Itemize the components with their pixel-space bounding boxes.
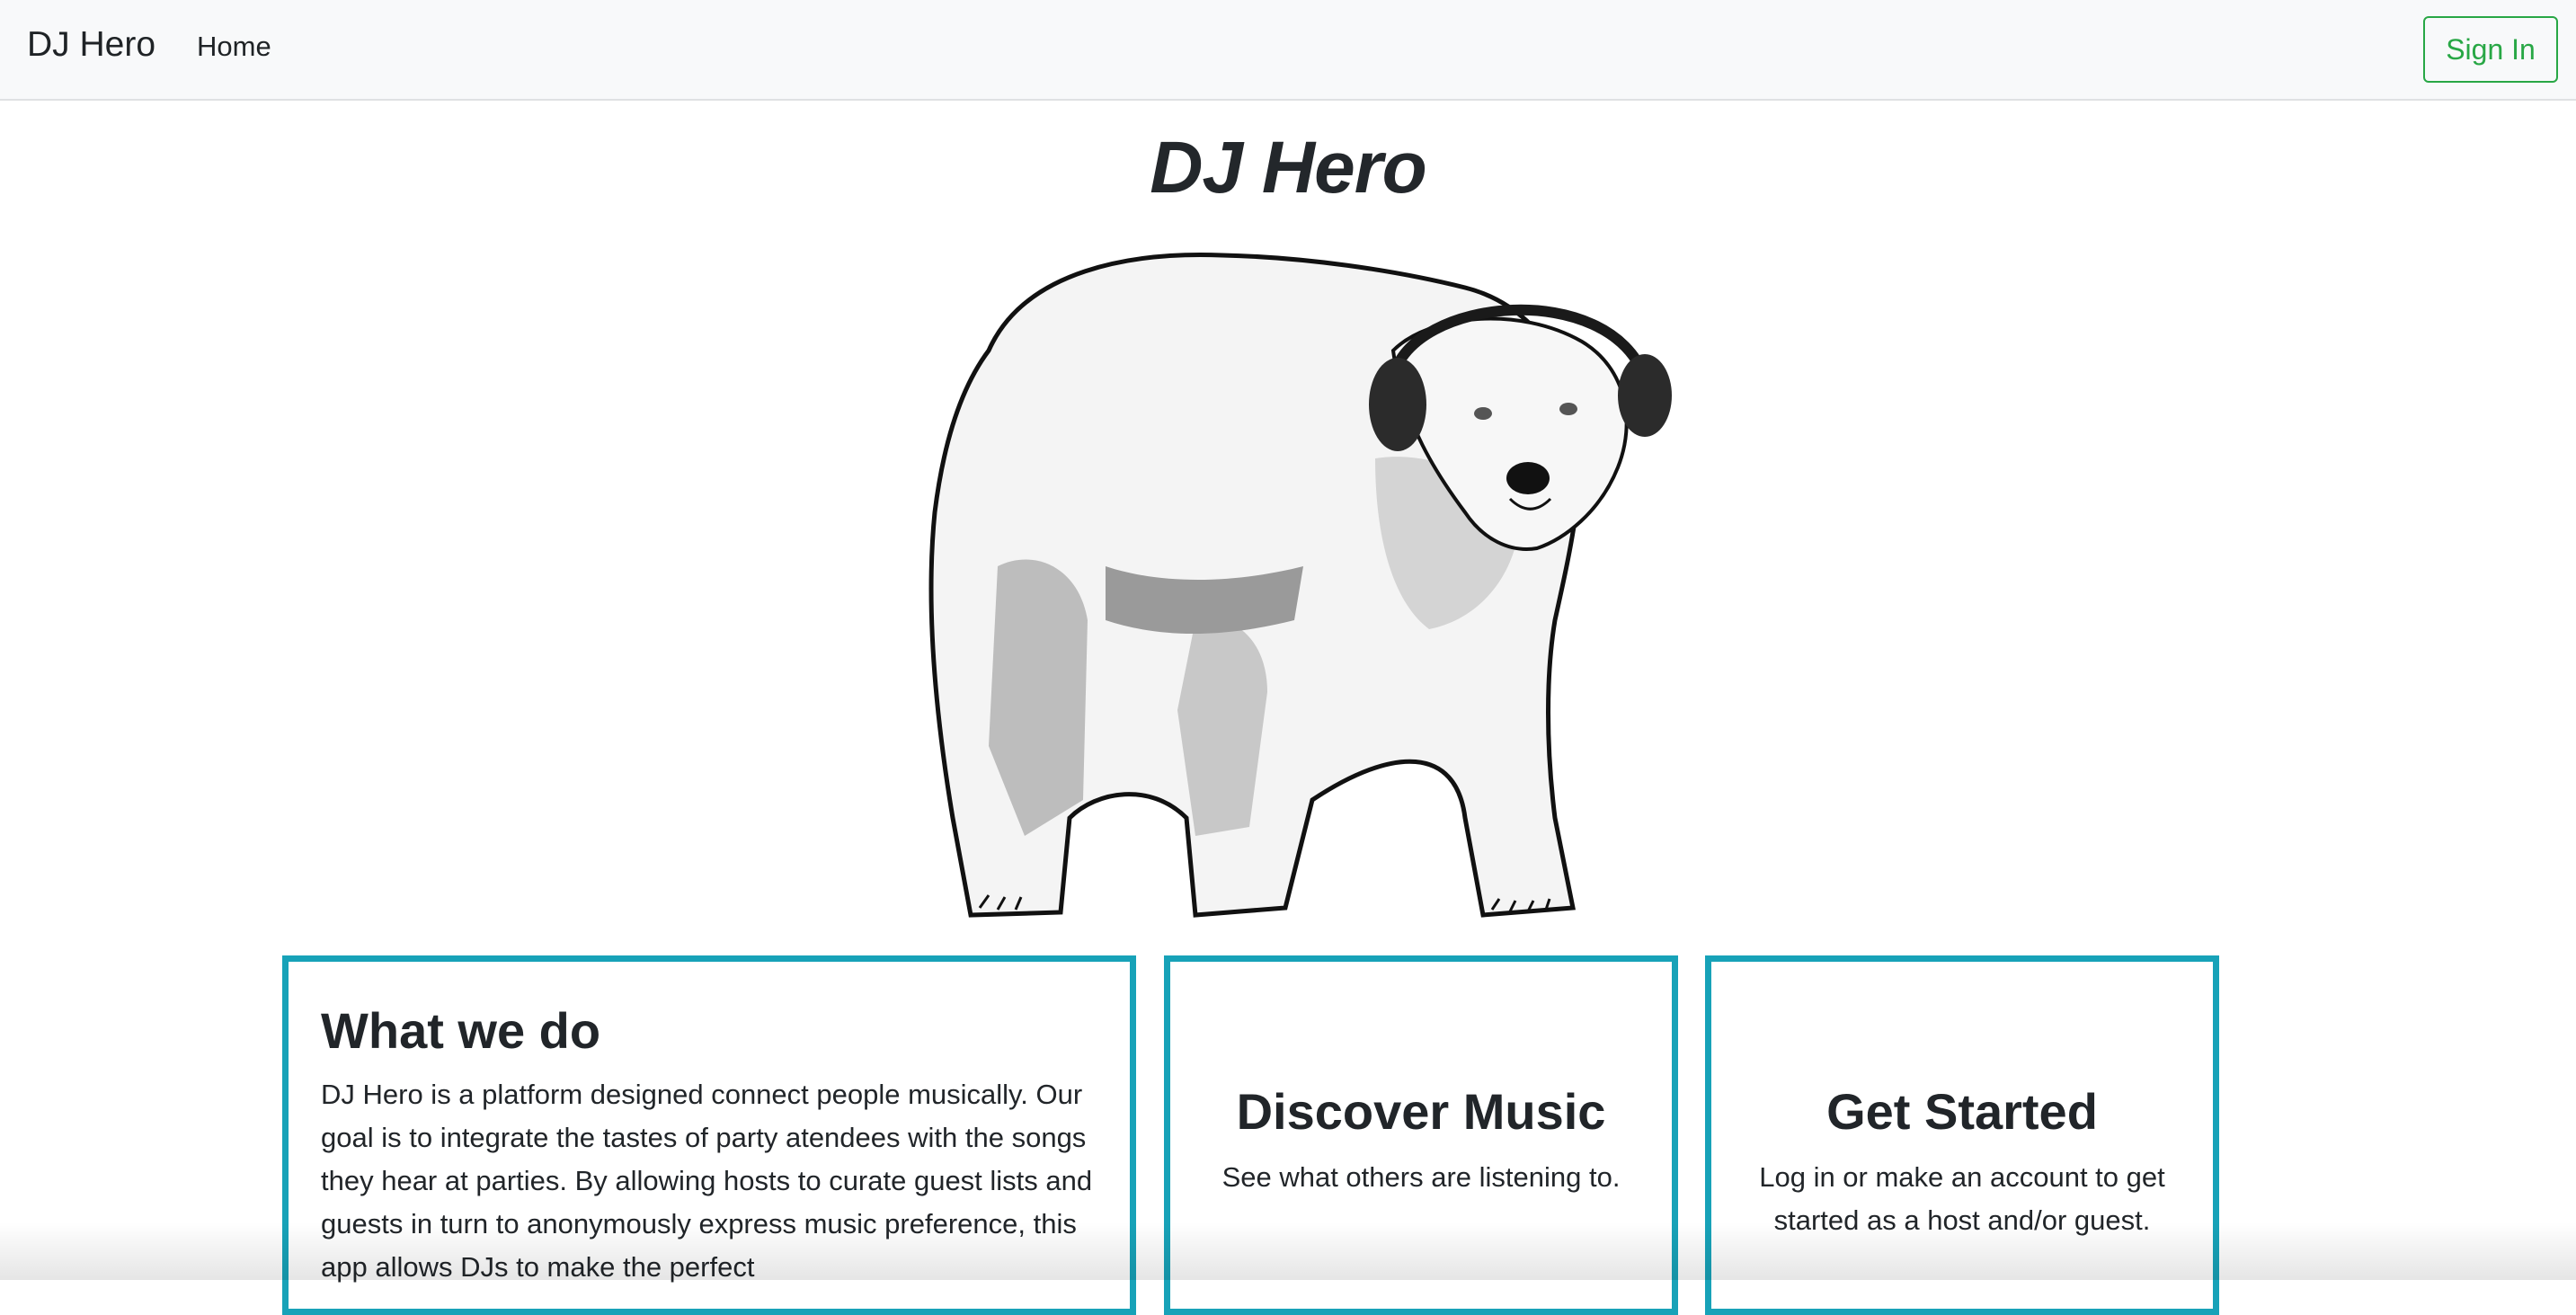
what-we-do-card: What we do DJ Hero is a platform designe… <box>282 955 1136 1315</box>
top-navbar: DJ Hero Home Sign In <box>0 0 2576 101</box>
discover-music-text: See what others are listening to. <box>1221 1161 1621 1193</box>
get-started-text: Log in or make an account to get started… <box>1759 1161 2165 1236</box>
what-we-do-text: DJ Hero is a platform designed connect p… <box>321 1079 1093 1283</box>
brand-link[interactable]: DJ Hero <box>27 25 155 65</box>
get-started-card[interactable]: Get Started Log in or make an account to… <box>1705 955 2219 1315</box>
headphones-right-cup-icon <box>1618 354 1672 437</box>
discover-music-card[interactable]: Discover Music See what others are liste… <box>1164 955 1678 1315</box>
page-title: DJ Hero <box>1150 127 1426 209</box>
discover-music-title: Discover Music <box>1236 1083 1606 1140</box>
bear-nose <box>1506 462 1550 494</box>
get-started-title: Get Started <box>1826 1083 2098 1140</box>
bear-eye-right <box>1559 403 1577 415</box>
sign-in-button[interactable]: Sign In <box>2423 16 2558 83</box>
polar-bear-with-headphones-illustration <box>928 253 1672 918</box>
headphones-left-cup-icon <box>1369 358 1426 451</box>
what-we-do-title: What we do <box>321 1002 601 1059</box>
bear-eye-left <box>1474 407 1492 420</box>
nav-home-link[interactable]: Home <box>197 31 271 63</box>
